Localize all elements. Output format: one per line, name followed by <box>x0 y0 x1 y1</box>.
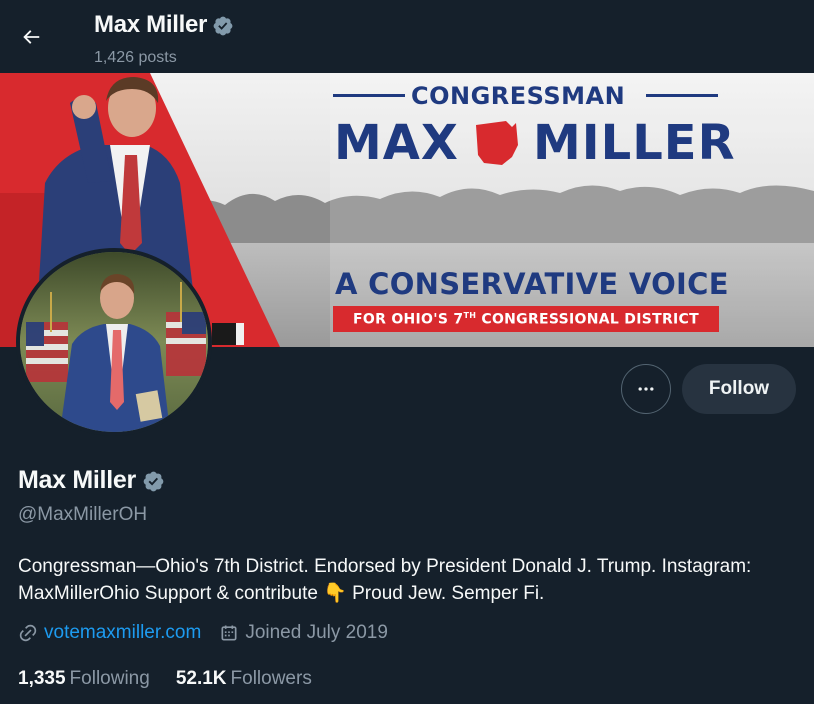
profile-name-row: Max Miller <box>18 466 165 495</box>
joined-item: Joined July 2019 <box>219 622 388 644</box>
profile-meta-row: votemaxmiller.com Joined July 2019 <box>18 622 406 644</box>
banner-district-box: FOR OHIO'S 7TH CONGRESSIONAL DISTRICT <box>333 306 719 332</box>
header-title-row: Max Miller <box>94 11 234 39</box>
followers-stat[interactable]: 52.1K Followers <box>176 668 312 690</box>
avatar-photo <box>20 252 208 432</box>
following-label: Following <box>69 668 150 689</box>
profile-handle: @MaxMillerOH <box>18 504 148 525</box>
followers-label: Followers <box>230 668 312 689</box>
bio-line-1: Congressman—Ohio's 7th District. Endorse… <box>18 556 752 577</box>
header-title: Max Miller <box>94 11 208 38</box>
following-stat[interactable]: 1,335 Following <box>18 668 150 690</box>
joined-date: Joined July 2019 <box>245 622 388 643</box>
website-item: votemaxmiller.com <box>18 622 201 644</box>
arrow-left-icon <box>23 30 40 44</box>
following-count: 1,335 <box>18 668 66 689</box>
pointing-down-emoji: 👇 <box>323 583 347 604</box>
verified-badge-icon <box>213 16 233 36</box>
display-name: Max Miller <box>18 466 136 494</box>
website-link[interactable]: votemaxmiller.com <box>44 622 201 644</box>
followers-count: 52.1K <box>175 668 227 689</box>
profile-bio: Congressman—Ohio's 7th District. Endorse… <box>18 553 808 607</box>
link-icon <box>19 624 37 642</box>
bio-line-2: MaxMillerOhio Support & contribute 👇 Pro… <box>18 583 545 604</box>
top-bar: Max Miller 1,426 posts <box>0 0 814 73</box>
more-options-button[interactable] <box>621 364 671 414</box>
more-horizontal-icon <box>638 387 654 391</box>
banner-name-last: MILLER <box>533 115 736 171</box>
posts-count: 1,426 posts <box>94 49 177 66</box>
follow-button[interactable]: Follow <box>682 364 796 414</box>
banner-tagline: A CONSERVATIVE VOICE <box>335 267 729 301</box>
avatar[interactable] <box>16 248 212 436</box>
calendar-icon <box>221 625 237 641</box>
banner-congressman-text: CONGRESSMAN <box>411 82 626 110</box>
follow-stats: 1,335 Following 52.1K Followers <box>18 668 338 690</box>
verified-badge-icon[interactable] <box>142 470 165 493</box>
back-button[interactable] <box>14 20 48 54</box>
banner-district-text: FOR OHIO'S 7TH CONGRESSIONAL DISTRICT <box>353 310 699 328</box>
banner-name-first: MAX <box>334 115 459 171</box>
